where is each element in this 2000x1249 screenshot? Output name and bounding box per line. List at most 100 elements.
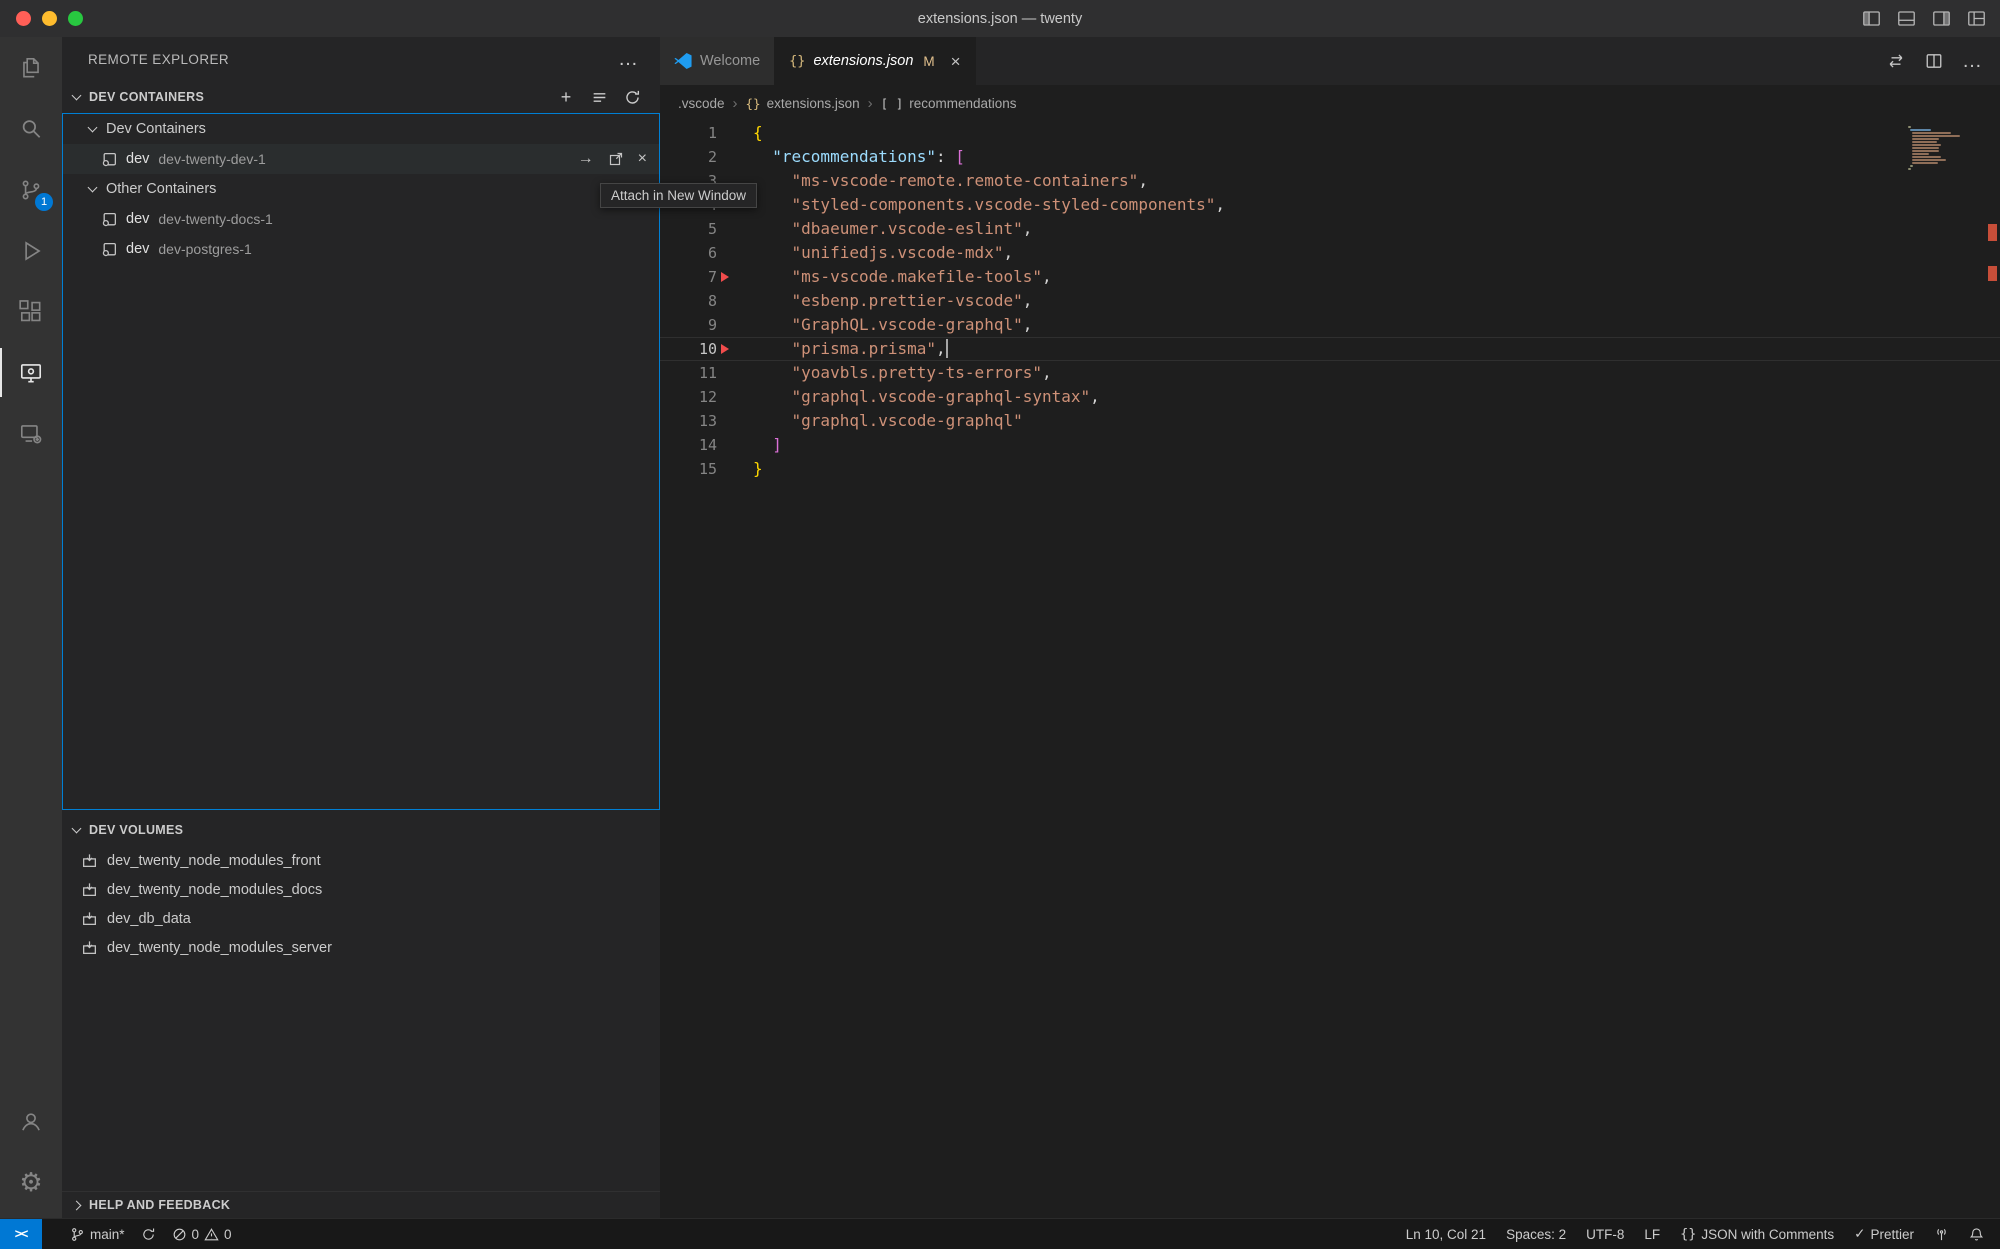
indentation-status[interactable]: Spaces: 2 bbox=[1506, 1219, 1566, 1249]
volume-item-row[interactable]: dev_twenty_node_modules_front bbox=[62, 846, 660, 875]
minimize-window-button[interactable] bbox=[42, 11, 57, 26]
remote-indicator[interactable]: >< bbox=[0, 1219, 42, 1249]
activity-bar: 1 ⚙ bbox=[0, 37, 62, 1218]
breadcrumb-item[interactable]: [ ]recommendations bbox=[881, 96, 1017, 111]
source-control-icon[interactable]: 1 bbox=[0, 159, 62, 220]
language-mode-status[interactable]: {} JSON with Comments bbox=[1680, 1219, 1834, 1249]
container-item-row[interactable]: devdev-twenty-docs-1 bbox=[63, 204, 659, 234]
language-name: JSON with Comments bbox=[1701, 1227, 1834, 1242]
run-and-debug-icon[interactable] bbox=[0, 220, 62, 281]
section-dev-volumes[interactable]: DEV VOLUMES bbox=[62, 814, 660, 846]
code-line[interactable]: 10 "prisma.prisma", bbox=[660, 337, 2000, 361]
tab-welcome[interactable]: Welcome bbox=[660, 37, 775, 85]
code-line[interactable]: 6 "unifiedjs.vscode-mdx", bbox=[660, 241, 2000, 265]
code-line[interactable]: 4 "styled-components.vscode-styled-compo… bbox=[660, 193, 2000, 217]
code-line[interactable]: 11 "yoavbls.pretty-ts-errors", bbox=[660, 361, 2000, 385]
check-icon: ✓ bbox=[1854, 1226, 1865, 1242]
minimap[interactable] bbox=[1908, 126, 1980, 171]
volume-item-row[interactable]: dev_db_data bbox=[62, 904, 660, 933]
containers-icon[interactable] bbox=[0, 403, 62, 464]
formatter-status[interactable]: ✓ Prettier bbox=[1854, 1219, 1914, 1249]
sidebar-more-actions-icon[interactable]: … bbox=[618, 49, 638, 69]
code-line[interactable]: 3 "ms-vscode-remote.remote-containers", bbox=[660, 169, 2000, 193]
line-number: 6 bbox=[660, 241, 717, 265]
code-line[interactable]: 7 "ms-vscode.makefile-tools", bbox=[660, 265, 2000, 289]
formatter-name: Prettier bbox=[1870, 1227, 1914, 1242]
code-line[interactable]: 1{ bbox=[660, 121, 2000, 145]
code-line[interactable]: 8 "esbenp.prettier-vscode", bbox=[660, 289, 2000, 313]
encoding-status[interactable]: UTF-8 bbox=[1586, 1219, 1624, 1249]
section-dev-containers[interactable]: DEV CONTAINERS + bbox=[62, 81, 660, 113]
section-help-and-feedback[interactable]: HELP AND FEEDBACK bbox=[62, 1191, 660, 1218]
volume-name: dev_twenty_node_modules_front bbox=[107, 853, 321, 869]
container-item-row[interactable]: devdev-twenty-dev-1→× bbox=[63, 144, 659, 174]
code-line[interactable]: 13 "graphql.vscode-graphql" bbox=[660, 409, 2000, 433]
add-container-icon[interactable]: + bbox=[556, 87, 576, 107]
dev-containers-tree: Dev Containersdevdev-twenty-dev-1→×Other… bbox=[62, 113, 660, 810]
close-tab-icon[interactable]: × bbox=[951, 53, 961, 70]
minimap-line bbox=[1912, 159, 1946, 161]
code-line[interactable]: 5 "dbaeumer.vscode-eslint", bbox=[660, 217, 2000, 241]
close-window-button[interactable] bbox=[16, 11, 31, 26]
toggle-panel-icon[interactable] bbox=[1897, 9, 1916, 28]
cursor-position-status[interactable]: Ln 10, Col 21 bbox=[1406, 1219, 1486, 1249]
eol-status[interactable]: LF bbox=[1644, 1219, 1660, 1249]
tab-label: extensions.json bbox=[813, 53, 913, 69]
toggle-secondary-sidebar-icon[interactable] bbox=[1932, 9, 1951, 28]
code-line[interactable]: 14 ] bbox=[660, 433, 2000, 457]
code-text: "dbaeumer.vscode-eslint", bbox=[731, 217, 1032, 241]
remote-glyph: >< bbox=[15, 1227, 28, 1241]
ports-status[interactable] bbox=[1934, 1219, 1949, 1249]
more-actions-icon[interactable]: … bbox=[1962, 51, 1982, 71]
refresh-icon[interactable] bbox=[622, 87, 642, 107]
code-text: "prisma.prisma", bbox=[731, 337, 948, 361]
tab-extensions-json[interactable]: {} extensions.json M × bbox=[775, 37, 975, 85]
attach-new-window-button[interactable] bbox=[608, 151, 624, 167]
breadcrumb-item[interactable]: {}extensions.json bbox=[746, 96, 860, 111]
code-line[interactable]: 2 "recommendations": [ bbox=[660, 145, 2000, 169]
code-text: "GraphQL.vscode-graphql", bbox=[731, 313, 1032, 337]
vscode-window: extensions.json — twenty bbox=[0, 0, 2000, 1249]
attach-current-window-button[interactable]: → bbox=[578, 151, 594, 167]
section-label: HELP AND FEEDBACK bbox=[89, 1198, 230, 1212]
breadcrumb-item[interactable]: .vscode bbox=[678, 96, 725, 111]
line-number: 8 bbox=[660, 289, 717, 313]
extensions-icon[interactable] bbox=[0, 281, 62, 342]
breadcrumb-separator: › bbox=[733, 95, 738, 112]
problems-status[interactable]: 0 0 bbox=[172, 1219, 232, 1249]
split-editor-icon[interactable] bbox=[1924, 51, 1944, 71]
code-line[interactable]: 15} bbox=[660, 457, 2000, 481]
customize-layout-icon[interactable] bbox=[1967, 9, 1986, 28]
code-text: "yoavbls.pretty-ts-errors", bbox=[731, 361, 1052, 385]
open-changes-icon[interactable] bbox=[1886, 51, 1906, 71]
explorer-icon[interactable] bbox=[0, 37, 62, 98]
settings-gear-icon[interactable]: ⚙ bbox=[0, 1151, 62, 1212]
branch-name: main* bbox=[90, 1227, 125, 1242]
zoom-window-button[interactable] bbox=[68, 11, 83, 26]
sync-status[interactable] bbox=[141, 1219, 156, 1249]
minimap-line bbox=[1908, 126, 1911, 128]
volume-item-row[interactable]: dev_twenty_node_modules_server bbox=[62, 933, 660, 962]
git-branch-status[interactable]: main* bbox=[56, 1219, 125, 1249]
tree-group-row[interactable]: Dev Containers bbox=[63, 114, 659, 144]
line-number: 9 bbox=[660, 313, 717, 337]
remote-explorer-icon[interactable] bbox=[0, 342, 62, 403]
accounts-icon[interactable] bbox=[0, 1090, 62, 1151]
code-line[interactable]: 9 "GraphQL.vscode-graphql", bbox=[660, 313, 2000, 337]
language-status-icon: {} bbox=[1680, 1226, 1696, 1242]
code-editor[interactable]: 1{2 "recommendations": [3 "ms-vscode-rem… bbox=[660, 121, 2000, 1218]
remove-container-button[interactable]: × bbox=[638, 151, 647, 167]
tree-group-row[interactable]: Other Containers bbox=[63, 174, 659, 204]
section-label: DEV CONTAINERS bbox=[89, 90, 204, 104]
volume-name: dev_db_data bbox=[107, 911, 191, 927]
list-view-icon[interactable] bbox=[589, 87, 609, 107]
code-line[interactable]: 12 "graphql.vscode-graphql-syntax", bbox=[660, 385, 2000, 409]
notifications-status[interactable] bbox=[1969, 1219, 1984, 1249]
code-text: "ms-vscode.makefile-tools", bbox=[731, 265, 1052, 289]
activity-bar-bottom: ⚙ bbox=[0, 1090, 62, 1218]
container-item-row[interactable]: devdev-postgres-1 bbox=[63, 234, 659, 264]
toggle-primary-sidebar-icon[interactable] bbox=[1862, 9, 1881, 28]
search-icon[interactable] bbox=[0, 98, 62, 159]
volume-item-row[interactable]: dev_twenty_node_modules_docs bbox=[62, 875, 660, 904]
gutter-spacer bbox=[717, 433, 731, 457]
